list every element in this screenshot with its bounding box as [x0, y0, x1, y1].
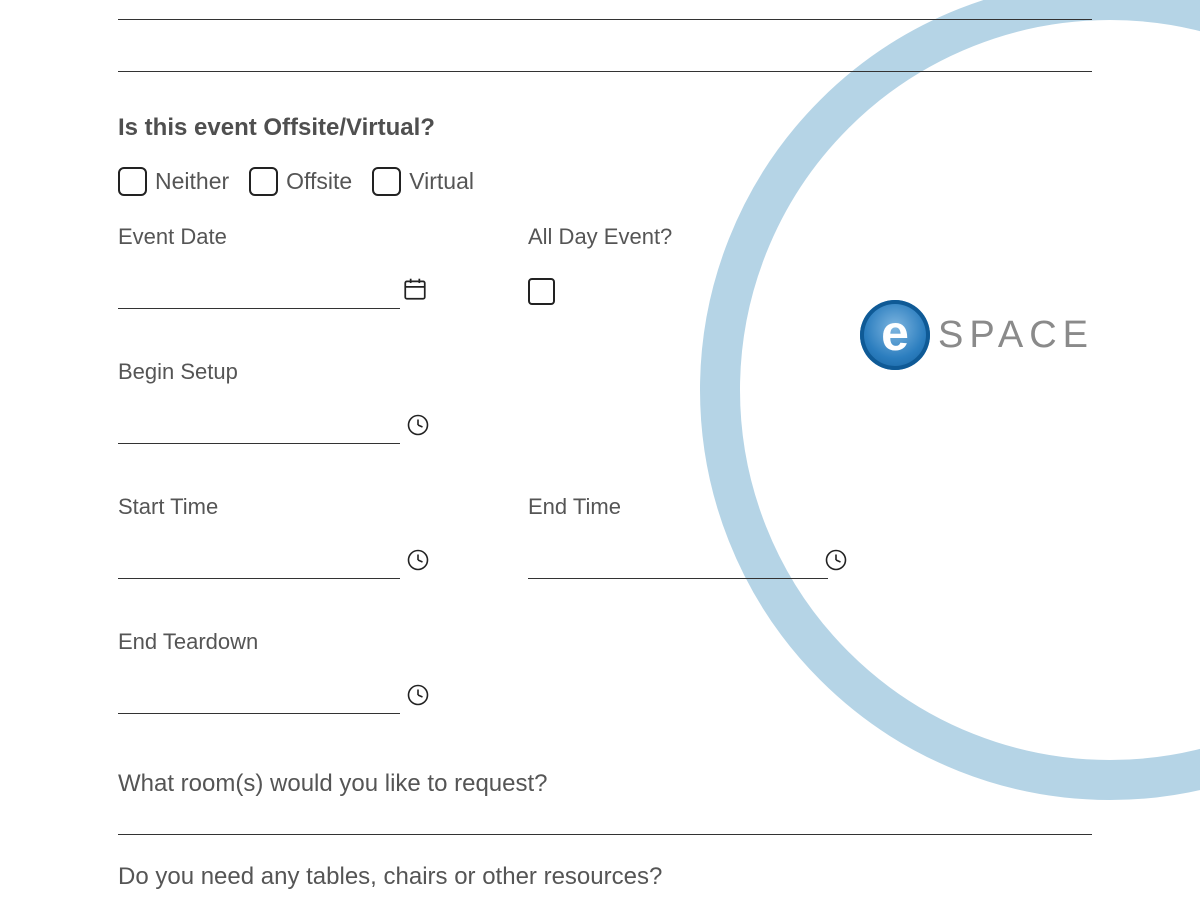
question-resources: Do you need any tables, chairs or other … — [118, 863, 1092, 891]
label-neither: Neither — [155, 168, 229, 195]
clock-icon — [824, 548, 848, 572]
label-offsite: Offsite — [286, 168, 352, 195]
label-event-date: Event Date — [118, 224, 528, 250]
question-offsite-virtual: Is this event Offsite/Virtual? — [118, 114, 1092, 142]
input-start-time[interactable] — [118, 548, 400, 579]
label-end-time: End Time — [528, 494, 938, 520]
input-rooms[interactable] — [118, 834, 1092, 835]
calendar-icon — [402, 276, 428, 302]
input-event-date[interactable] — [118, 278, 400, 309]
input-end-time[interactable] — [528, 548, 828, 579]
question-rooms: What room(s) would you like to request? — [118, 770, 1092, 798]
clock-icon — [406, 548, 430, 572]
checkbox-neither[interactable] — [118, 167, 147, 196]
clock-icon — [406, 413, 430, 437]
checkbox-offsite[interactable] — [249, 167, 278, 196]
label-end-teardown: End Teardown — [118, 629, 1092, 655]
label-all-day: All Day Event? — [528, 224, 938, 250]
input-begin-setup[interactable] — [118, 413, 400, 444]
clock-icon — [406, 683, 430, 707]
label-virtual: Virtual — [409, 168, 474, 195]
offsite-virtual-options: Neither Offsite Virtual — [118, 167, 1092, 196]
checkbox-virtual[interactable] — [372, 167, 401, 196]
checkbox-all-day[interactable] — [528, 278, 555, 305]
label-start-time: Start Time — [118, 494, 528, 520]
label-begin-setup: Begin Setup — [118, 359, 1092, 385]
input-end-teardown[interactable] — [118, 683, 400, 714]
